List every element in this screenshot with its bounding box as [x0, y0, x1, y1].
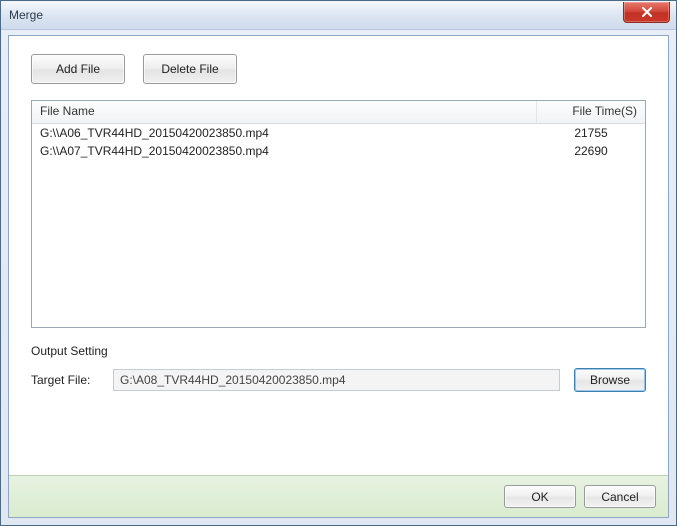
- toolbar: Add File Delete File: [31, 54, 646, 84]
- column-header-filename[interactable]: File Name: [32, 101, 537, 123]
- table-row[interactable]: G:\\A07_TVR44HD_20150420023850.mp4 22690: [32, 142, 645, 160]
- ok-button[interactable]: OK: [504, 485, 576, 508]
- output-setting-label: Output Setting: [31, 344, 646, 358]
- add-file-button[interactable]: Add File: [31, 54, 125, 84]
- column-header-filetime[interactable]: File Time(S): [537, 101, 645, 123]
- delete-file-button[interactable]: Delete File: [143, 54, 237, 84]
- titlebar: Merge: [1, 1, 676, 30]
- file-list-rows: G:\\A06_TVR44HD_20150420023850.mp4 21755…: [32, 124, 645, 327]
- dialog-body: Add File Delete File File Name File Time…: [9, 36, 668, 475]
- file-time-cell: 22690: [537, 144, 645, 158]
- output-setting-section: Output Setting Target File: G:\A08_TVR44…: [31, 344, 646, 392]
- dialog-footer: OK Cancel: [9, 475, 668, 517]
- target-file-label: Target File:: [31, 373, 99, 387]
- file-list: File Name File Time(S) G:\\A06_TVR44HD_2…: [31, 100, 646, 328]
- cancel-button[interactable]: Cancel: [584, 485, 656, 508]
- close-icon: [641, 7, 653, 17]
- window-close-button[interactable]: [623, 2, 670, 23]
- target-file-field[interactable]: G:\A08_TVR44HD_20150420023850.mp4: [113, 369, 560, 391]
- merge-dialog: Merge Add File Delete File File Name Fil…: [0, 0, 677, 526]
- table-row[interactable]: G:\\A06_TVR44HD_20150420023850.mp4 21755: [32, 124, 645, 142]
- file-name-cell: G:\\A07_TVR44HD_20150420023850.mp4: [32, 144, 537, 158]
- client-area: Add File Delete File File Name File Time…: [8, 35, 669, 518]
- file-list-header: File Name File Time(S): [32, 101, 645, 124]
- target-file-row: Target File: G:\A08_TVR44HD_201504200238…: [31, 368, 646, 392]
- file-time-cell: 21755: [537, 126, 645, 140]
- browse-button[interactable]: Browse: [574, 368, 646, 392]
- window-title: Merge: [9, 8, 43, 22]
- file-name-cell: G:\\A06_TVR44HD_20150420023850.mp4: [32, 126, 537, 140]
